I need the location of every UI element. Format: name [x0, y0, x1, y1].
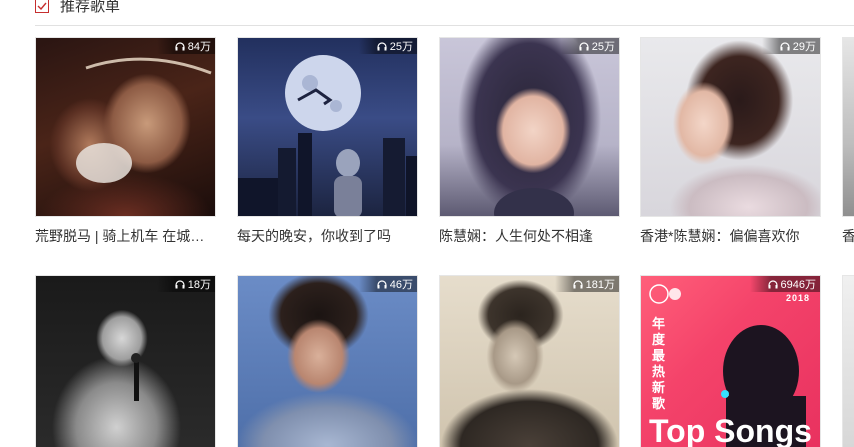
cover-image-moon-city — [238, 38, 417, 216]
headphones-icon — [780, 41, 790, 50]
play-count-value: 181万 — [585, 279, 615, 291]
play-count-value: 84万 — [187, 41, 211, 53]
playlist-card-partial[interactable]: 香 — [842, 37, 854, 246]
play-count-value: 6946万 — [780, 279, 816, 291]
playlist-cover[interactable]: 年度最热新歌 2018 Top Songs 6946万 — [640, 275, 821, 447]
play-count-value: 25万 — [389, 41, 413, 53]
playlist-cover[interactable]: 25万 — [237, 37, 418, 217]
playlist-card[interactable]: 181万 — [439, 275, 620, 447]
section-title: 推荐歌单 — [60, 0, 121, 15]
headphones-icon — [579, 41, 589, 50]
playlist-cover[interactable]: 18万 — [35, 275, 216, 447]
playlist-cover[interactable] — [842, 37, 854, 217]
play-count-value: 25万 — [591, 41, 615, 53]
play-count: 25万 — [560, 38, 619, 54]
play-count-value: 46万 — [389, 279, 413, 291]
playlist-card-partial[interactable] — [842, 275, 854, 447]
divider — [35, 25, 854, 26]
playlist-card[interactable]: 84万 荒野脱马 | 骑上机车 在城市夜晚狂奔 — [35, 37, 216, 246]
playlist-cover[interactable]: 46万 — [237, 275, 418, 447]
cover-year: 2018 — [785, 293, 810, 303]
cover-image-vintage-man — [440, 276, 619, 447]
playlist-title[interactable]: 陈慧娴：人生何处不相逢 — [439, 226, 620, 246]
playlist-card[interactable]: 25万 陈慧娴：人生何处不相逢 — [439, 37, 620, 246]
playlist-cover[interactable]: 181万 — [439, 275, 620, 447]
playlist-card[interactable]: 46万 — [237, 275, 418, 447]
headphones-icon — [377, 41, 387, 50]
cover-vertical-text: 年度最热新歌 — [652, 316, 666, 411]
playlist-title[interactable]: 荒野脱马 | 骑上机车 在城市夜晚狂奔 — [35, 226, 216, 246]
play-count: 84万 — [156, 38, 215, 54]
play-count-value: 29万 — [792, 41, 816, 53]
play-count: 46万 — [358, 276, 417, 292]
headphones-icon — [573, 279, 583, 288]
play-count-value: 18万 — [187, 279, 211, 291]
playlist-cover[interactable] — [842, 275, 854, 447]
play-count: 29万 — [761, 38, 820, 54]
playlist-cover[interactable]: 84万 — [35, 37, 216, 217]
headphones-icon — [767, 279, 778, 288]
cover-image-profile-woman — [641, 38, 820, 216]
cover-image-partial — [843, 276, 854, 447]
recommended-playlists-page: 推荐歌单 84万 荒野脱马 | 骑上机车 在城市夜晚狂奔 — [0, 0, 854, 447]
playlist-card[interactable]: 18万 — [35, 275, 216, 447]
cover-image-couple-night — [36, 38, 215, 216]
playlist-cover[interactable]: 29万 — [640, 37, 821, 217]
cover-image-singer-mic — [36, 276, 215, 447]
cover-image-portrait-woman — [440, 38, 619, 216]
playlist-card[interactable]: 年度最热新歌 2018 Top Songs 6946万 — [640, 275, 821, 447]
play-count: 18万 — [156, 276, 215, 292]
playlist-cover[interactable]: 25万 — [439, 37, 620, 217]
cover-image-top-songs: 年度最热新歌 2018 Top Songs — [641, 276, 820, 447]
play-count: 6946万 — [749, 276, 820, 292]
headphones-icon — [377, 279, 387, 288]
headphones-icon — [175, 279, 185, 288]
play-count: 181万 — [554, 276, 619, 292]
playlist-card[interactable]: 29万 香港*陈慧娴：偏偏喜欢你 — [640, 37, 821, 246]
section-header: 推荐歌单 — [35, 0, 120, 18]
headphones-icon — [175, 41, 185, 50]
check-icon[interactable] — [35, 0, 49, 13]
playlist-title[interactable]: 香港*陈慧娴：偏偏喜欢你 — [640, 226, 821, 246]
cover-image-partial — [843, 38, 854, 216]
cover-image-young-man — [238, 276, 417, 447]
playlist-title[interactable]: 每天的晚安，你收到了吗 — [237, 226, 418, 246]
play-count: 25万 — [358, 38, 417, 54]
cover-bottom-text: Top Songs — [649, 413, 812, 447]
playlist-card[interactable]: 25万 每天的晚安，你收到了吗 — [237, 37, 418, 246]
playlist-title[interactable]: 香 — [842, 226, 854, 246]
